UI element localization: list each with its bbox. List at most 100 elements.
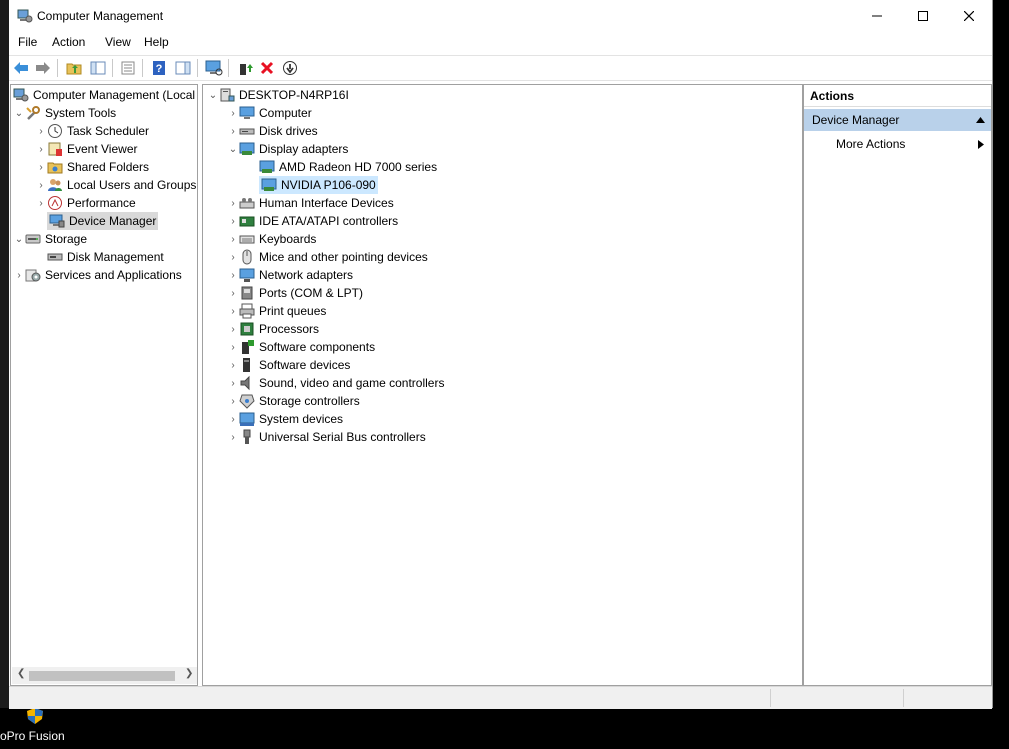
chevron-right-icon[interactable]: › bbox=[35, 122, 47, 140]
horizontal-scrollbar[interactable]: ❮ ❯ bbox=[12, 667, 197, 684]
display-adapter-item[interactable]: NVIDIA P106-090 bbox=[259, 176, 378, 194]
tree-item-disk-management[interactable]: Disk Management bbox=[47, 248, 164, 266]
chevron-right-icon[interactable]: › bbox=[227, 284, 239, 302]
chevron-down-icon[interactable]: ⌄ bbox=[13, 230, 25, 248]
chevron-down-icon[interactable]: ⌄ bbox=[207, 86, 219, 104]
show-hide-action-pane-button[interactable] bbox=[173, 58, 193, 78]
menu-help[interactable]: Help bbox=[144, 35, 169, 49]
close-button[interactable] bbox=[946, 0, 992, 32]
collapse-up-icon[interactable] bbox=[976, 117, 985, 123]
minimize-button[interactable] bbox=[854, 0, 900, 32]
update-driver-button[interactable] bbox=[235, 58, 255, 78]
device-category-label: Sound, video and game controllers bbox=[259, 376, 445, 390]
properties-button[interactable] bbox=[118, 58, 138, 78]
device-category-computer[interactable]: › Computer bbox=[227, 104, 312, 122]
toolbar-separator bbox=[142, 59, 143, 77]
chevron-right-icon[interactable]: › bbox=[227, 320, 239, 338]
chevron-right-icon[interactable]: › bbox=[227, 230, 239, 248]
tree-item-task-scheduler[interactable]: › Task Scheduler bbox=[35, 122, 149, 140]
back-button[interactable] bbox=[11, 58, 31, 78]
status-separator bbox=[903, 689, 904, 707]
title-bar[interactable]: Computer Management bbox=[9, 0, 992, 32]
device-category-network-adapters[interactable]: › Network adapters bbox=[227, 266, 353, 284]
chevron-right-icon[interactable]: › bbox=[35, 140, 47, 158]
device-category-sound-video-and-game-controllers[interactable]: › Sound, video and game controllers bbox=[227, 374, 444, 392]
actions-pane: Actions Device Manager More Actions bbox=[803, 84, 992, 686]
tree-item-system-tools[interactable]: ⌄ System Tools bbox=[13, 104, 116, 122]
device-category-print-queues[interactable]: › Print queues bbox=[227, 302, 326, 320]
forward-button[interactable] bbox=[33, 58, 53, 78]
device-category-display-adapters[interactable]: ⌄ Display adapters bbox=[227, 140, 349, 158]
chevron-right-icon[interactable]: › bbox=[227, 266, 239, 284]
chevron-right-icon[interactable]: › bbox=[227, 194, 239, 212]
scroll-right-icon[interactable]: ❯ bbox=[185, 668, 193, 679]
chevron-right-icon[interactable]: › bbox=[227, 410, 239, 428]
display-adapter-item[interactable]: AMD Radeon HD 7000 series bbox=[259, 158, 437, 176]
disable-device-icon bbox=[283, 61, 297, 75]
chevron-right-icon[interactable]: › bbox=[227, 356, 239, 374]
desktop-icon-label[interactable]: oPro Fusion bbox=[0, 729, 65, 743]
more-actions-item[interactable]: More Actions bbox=[836, 133, 905, 155]
chevron-right-icon[interactable]: › bbox=[227, 374, 239, 392]
tree-label: Local Users and Groups bbox=[67, 178, 197, 192]
help-button[interactable]: ? bbox=[149, 58, 169, 78]
display-adapter-icon bbox=[259, 160, 275, 173]
device-category-universal-serial-bus-controllers[interactable]: › Universal Serial Bus controllers bbox=[227, 428, 426, 446]
device-category-ide-ata-atapi-controllers[interactable]: › IDE ATA/ATAPI controllers bbox=[227, 212, 398, 230]
menu-action[interactable]: Action bbox=[52, 35, 85, 49]
tree-item-performance[interactable]: › Performance bbox=[35, 194, 136, 212]
device-category-mice-and-other-pointing-devices[interactable]: › Mice and other pointing devices bbox=[227, 248, 428, 266]
show-hide-console-tree-button[interactable] bbox=[88, 58, 108, 78]
scrollbar-thumb[interactable] bbox=[29, 671, 175, 681]
chevron-right-icon[interactable]: › bbox=[227, 104, 239, 122]
maximize-button[interactable] bbox=[900, 0, 946, 32]
chevron-right-icon[interactable]: › bbox=[227, 212, 239, 230]
device-category-keyboards[interactable]: › Keyboards bbox=[227, 230, 316, 248]
device-category-software-devices[interactable]: › Software devices bbox=[227, 356, 350, 374]
tree-item-services[interactable]: › Services and Applications bbox=[13, 266, 181, 284]
ide-controller-icon bbox=[239, 216, 255, 227]
chevron-right-icon[interactable]: › bbox=[227, 338, 239, 356]
computer-icon bbox=[239, 106, 255, 119]
tree-item-local-users[interactable]: › Local Users and Groups bbox=[35, 176, 196, 194]
tree-item-root[interactable]: Computer Management (Local bbox=[13, 86, 195, 104]
tree-item-device-manager[interactable]: Device Manager bbox=[47, 212, 159, 230]
disable-device-button[interactable] bbox=[280, 58, 300, 78]
chevron-right-icon[interactable]: › bbox=[35, 194, 47, 212]
chevron-right-icon[interactable]: › bbox=[227, 122, 239, 140]
scan-hardware-button[interactable] bbox=[204, 58, 224, 78]
device-category-disk-drives[interactable]: › Disk drives bbox=[227, 122, 317, 140]
clock-icon bbox=[48, 124, 62, 138]
actions-section-device-manager[interactable]: Device Manager bbox=[804, 109, 991, 131]
menu-file[interactable]: File bbox=[18, 35, 37, 49]
device-tree-root[interactable]: ⌄ DESKTOP-N4RP16I bbox=[207, 86, 349, 104]
tree-item-storage[interactable]: ⌄ Storage bbox=[13, 230, 87, 248]
uninstall-device-button[interactable] bbox=[257, 58, 277, 78]
menu-view[interactable]: View bbox=[105, 35, 131, 49]
device-category-software-components[interactable]: › Software components bbox=[227, 338, 375, 356]
device-category-ports-com-lpt[interactable]: › Ports (COM & LPT) bbox=[227, 284, 363, 302]
device-category-processors[interactable]: › Processors bbox=[227, 320, 319, 338]
chevron-right-icon[interactable]: › bbox=[13, 266, 25, 284]
device-category-label: Computer bbox=[259, 106, 312, 120]
device-category-system-devices[interactable]: › System devices bbox=[227, 410, 343, 428]
chevron-down-icon[interactable]: ⌄ bbox=[13, 104, 25, 122]
chevron-right-icon[interactable]: › bbox=[227, 428, 239, 446]
maximize-icon bbox=[918, 11, 928, 21]
speaker-icon bbox=[240, 375, 250, 391]
chevron-right-icon[interactable]: › bbox=[35, 158, 47, 176]
chevron-right-icon[interactable]: › bbox=[227, 248, 239, 266]
tree-item-event-viewer[interactable]: › Event Viewer bbox=[35, 140, 137, 158]
update-driver-icon bbox=[240, 64, 253, 75]
chevron-right-icon[interactable]: › bbox=[227, 302, 239, 320]
up-one-level-button[interactable] bbox=[64, 58, 84, 78]
device-category-label: Human Interface Devices bbox=[259, 196, 394, 210]
shield-icon[interactable] bbox=[25, 707, 45, 725]
chevron-right-icon[interactable]: › bbox=[227, 392, 239, 410]
chevron-down-icon[interactable]: ⌄ bbox=[227, 140, 239, 158]
device-category-human-interface-devices[interactable]: › Human Interface Devices bbox=[227, 194, 394, 212]
scroll-left-icon[interactable]: ❮ bbox=[17, 668, 25, 679]
chevron-right-icon[interactable]: › bbox=[35, 176, 47, 194]
tree-item-shared-folders[interactable]: › Shared Folders bbox=[35, 158, 149, 176]
device-category-storage-controllers[interactable]: › Storage controllers bbox=[227, 392, 360, 410]
